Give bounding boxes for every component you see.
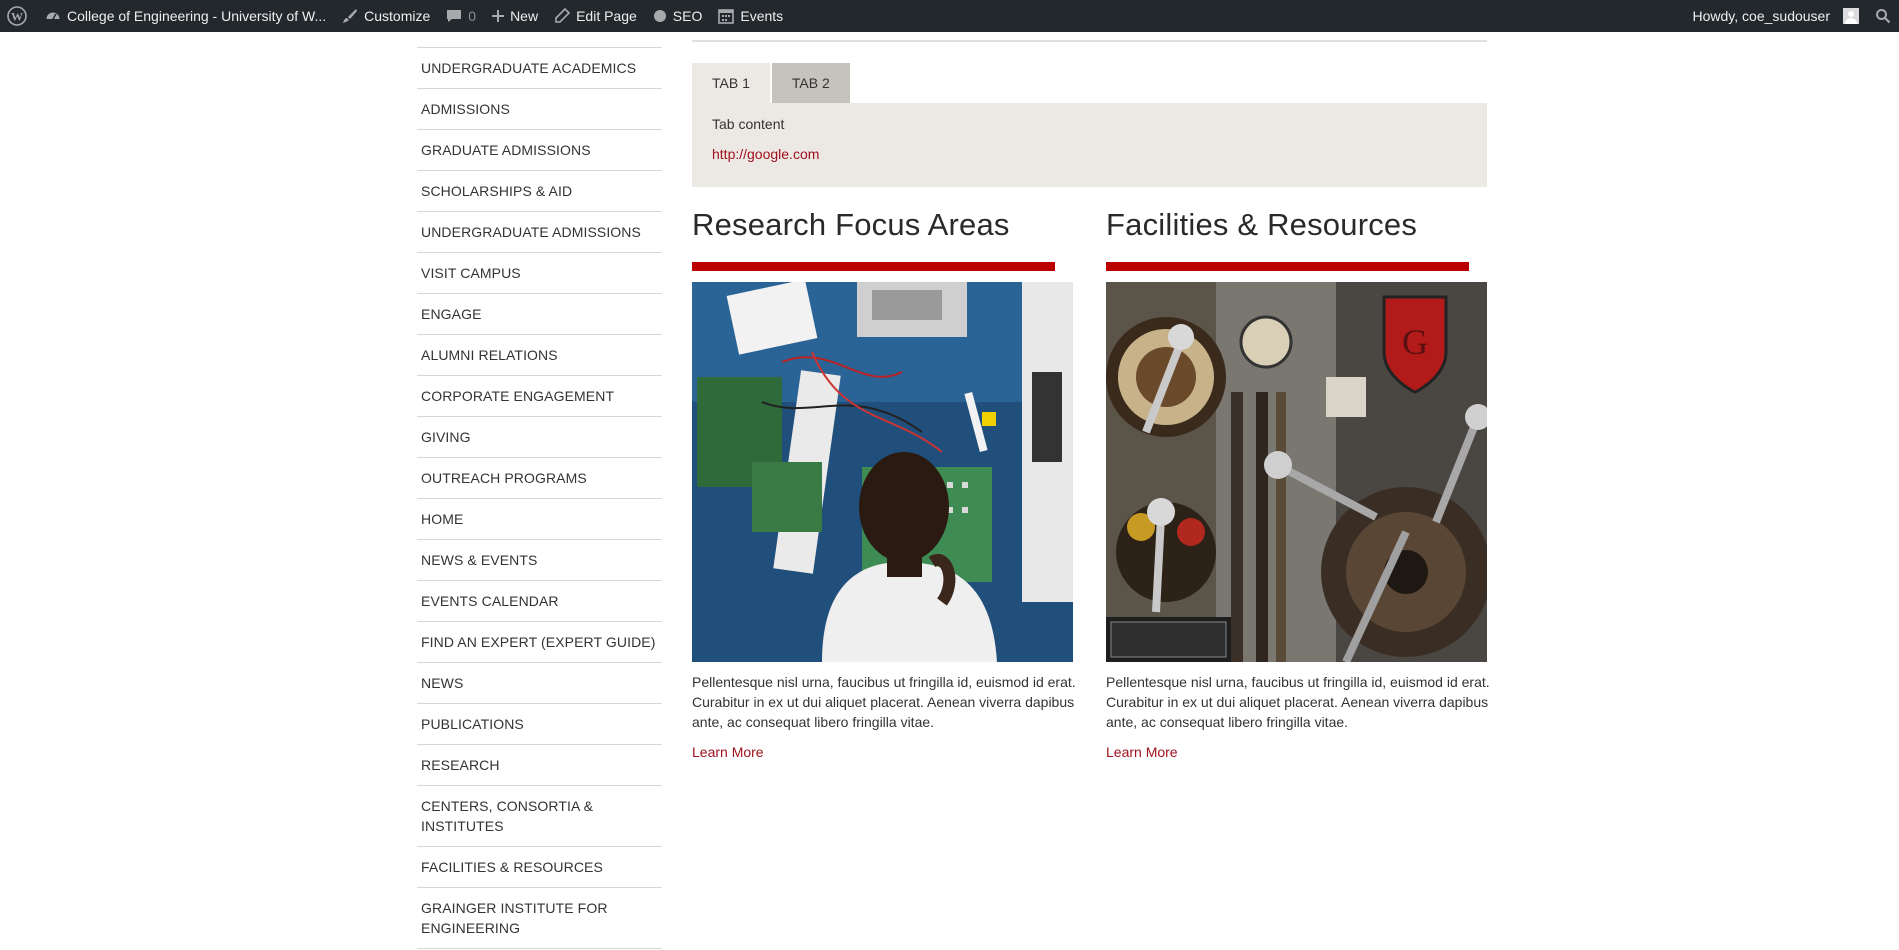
seo-label: SEO: [672, 8, 703, 24]
my-account-menu[interactable]: Howdy, coe_sudouser: [1685, 0, 1867, 32]
research-focus-description: Pellentesque nisl urna, faucibus ut frin…: [692, 674, 1076, 730]
sidebar-item-news-events[interactable]: NEWS & EVENTS: [417, 539, 662, 580]
tab-content-text: Tab content: [712, 116, 785, 132]
sidebar-item-undergraduate-academics[interactable]: UNDERGRADUATE ACADEMICS: [417, 47, 662, 88]
events-menu[interactable]: Events: [710, 0, 791, 32]
sidebar-item-publications[interactable]: PUBLICATIONS: [417, 703, 662, 744]
sidebar-item-scholarships-aid[interactable]: SCHOLARSHIPS & AID: [417, 170, 662, 211]
research-focus-column: Research Focus Areas Pellentesque nisl u…: [692, 205, 1076, 762]
admin-search-button[interactable]: [1867, 0, 1899, 32]
sidebar-item-corporate-engagement[interactable]: CORPORATE ENGAGEMENT: [417, 375, 662, 416]
site-name-menu[interactable]: College of Engineering - University of W…: [37, 0, 334, 32]
sidebar-item-giving[interactable]: GIVING: [417, 416, 662, 457]
site-name-label: College of Engineering - University of W…: [67, 8, 327, 24]
feature-columns: Research Focus Areas Pellentesque nisl u…: [692, 205, 1490, 762]
svg-text:W: W: [11, 10, 23, 24]
wordpress-logo-icon[interactable]: W: [0, 0, 37, 32]
comments-menu[interactable]: 0: [438, 0, 484, 32]
seo-circle-icon: [653, 10, 666, 22]
sidebar-item-centers-consortia-institutes[interactable]: CENTERS, CONSORTIA & INSTITUTES: [417, 785, 662, 846]
sidebar-item-news[interactable]: NEWS: [417, 662, 662, 703]
sidebar-item-grainger-institute[interactable]: GRAINGER INSTITUTE FOR ENGINEERING: [417, 887, 662, 949]
events-label: Events: [740, 8, 784, 24]
sidebar-item-research[interactable]: RESEARCH: [417, 744, 662, 785]
heading-underline: [692, 262, 1055, 271]
sidebar-item-home[interactable]: HOME: [417, 498, 662, 539]
new-content-menu[interactable]: New: [484, 0, 546, 32]
research-photo[interactable]: [692, 282, 1073, 662]
sidebar-item-admissions[interactable]: ADMISSIONS: [417, 88, 662, 129]
tab-1[interactable]: TAB 1: [692, 63, 770, 103]
customize-label: Customize: [364, 8, 431, 24]
comments-count: 0: [468, 8, 477, 24]
facilities-learn-more-link[interactable]: Learn More: [1106, 742, 1487, 762]
customize-menu[interactable]: Customize: [334, 0, 438, 32]
tab-panel: Tab content http://google.com: [692, 103, 1487, 187]
sidebar-item-outreach-programs[interactable]: OUTREACH PROGRAMS: [417, 457, 662, 498]
facilities-column: Facilities & Resources G Pellentesque ni…: [1106, 205, 1490, 762]
tab-2[interactable]: TAB 2: [769, 63, 850, 103]
new-label: New: [510, 8, 539, 24]
sidebar-nav: UNDERGRADUATE ACADEMICS ADMISSIONS GRADU…: [417, 47, 662, 949]
seo-menu[interactable]: SEO: [645, 0, 711, 32]
admin-bar: W College of Engineering - University of…: [0, 0, 1899, 32]
avatar: [1843, 8, 1859, 24]
research-learn-more-link[interactable]: Learn More: [692, 742, 1073, 762]
sidebar-item-events-calendar[interactable]: EVENTS CALENDAR: [417, 580, 662, 621]
sidebar-item-facilities-resources[interactable]: FACILITIES & RESOURCES: [417, 846, 662, 887]
facilities-heading: Facilities & Resources: [1106, 207, 1418, 242]
sidebar-item-alumni-relations[interactable]: ALUMNI RELATIONS: [417, 334, 662, 375]
top-divider: [692, 40, 1487, 42]
comment-icon: [447, 10, 462, 22]
howdy-label: Howdy, coe_sudouser: [1692, 8, 1830, 24]
search-icon: [1876, 9, 1891, 24]
sidebar-item-find-an-expert[interactable]: FIND AN EXPERT (EXPERT GUIDE): [417, 621, 662, 662]
research-focus-heading: Research Focus Areas: [692, 207, 1010, 242]
facilities-description: Pellentesque nisl urna, faucibus ut frin…: [1106, 674, 1490, 730]
svg-text:G: G: [1402, 322, 1428, 362]
heading-underline: [1106, 262, 1469, 271]
edit-page-label: Edit Page: [576, 8, 637, 24]
tab-content-link[interactable]: http://google.com: [712, 144, 1467, 164]
sidebar-item-graduate-admissions[interactable]: GRADUATE ADMISSIONS: [417, 129, 662, 170]
brush-icon: [343, 9, 358, 23]
facilities-photo[interactable]: G: [1106, 282, 1487, 662]
sidebar-item-visit-campus[interactable]: VISIT CAMPUS: [417, 252, 662, 293]
plus-icon: [492, 10, 505, 22]
calendar-icon: [718, 9, 735, 24]
sidebar-item-undergraduate-admissions[interactable]: UNDERGRADUATE ADMISSIONS: [417, 211, 662, 252]
tab-bar: TAB 1 TAB 2: [692, 63, 1487, 103]
main-content: TAB 1 TAB 2 Tab content http://google.co…: [692, 40, 1490, 762]
dashboard-icon: [46, 12, 60, 20]
edit-page-menu[interactable]: Edit Page: [546, 0, 645, 32]
sidebar-item-engage[interactable]: ENGAGE: [417, 293, 662, 334]
pencil-icon: [555, 8, 571, 23]
